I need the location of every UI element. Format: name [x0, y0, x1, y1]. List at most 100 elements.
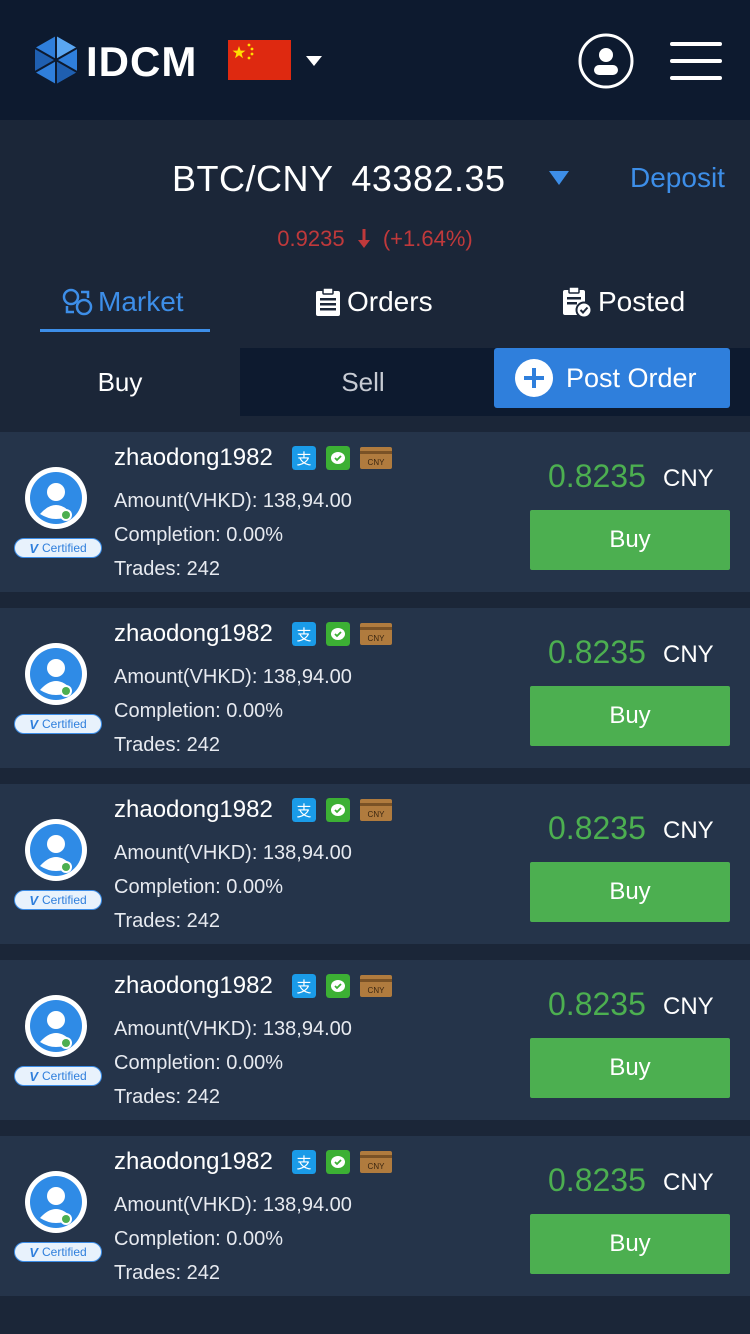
tab-posted-label: Posted: [598, 286, 686, 317]
payment-methods: 支 CNY: [292, 798, 392, 822]
amount-text: Amount(VHKD): 138,94.00: [114, 666, 352, 688]
svg-text:支: 支: [296, 626, 311, 644]
wechat-pay-icon: [326, 622, 350, 646]
buy-button[interactable]: Buy: [530, 510, 730, 570]
current-price: 43382.35: [351, 158, 506, 199]
bank-card-icon: CNY: [360, 1151, 392, 1173]
certified-label: Certified: [41, 717, 87, 731]
completion-text: Completion: 0.00%: [114, 700, 283, 722]
unit-price: 0.8235: [548, 634, 646, 670]
alipay-icon: 支: [292, 798, 316, 822]
bank-card-label: CNY: [368, 634, 386, 643]
avatar[interactable]: [24, 818, 88, 882]
trades-text: Trades: 242: [114, 558, 220, 580]
price-currency: CNY: [663, 993, 714, 1020]
payment-methods: 支 CNY: [292, 1150, 392, 1174]
avatar[interactable]: [24, 642, 88, 706]
tab-market-label: Market: [98, 286, 184, 317]
post-order-label: Post Order: [566, 362, 697, 393]
bank-card-icon: CNY: [360, 975, 392, 997]
pair-dropdown-triangle-icon[interactable]: [548, 170, 570, 186]
arrow-down-icon: [357, 229, 370, 248]
tab-bar: Market Orders Posted: [0, 272, 750, 332]
username[interactable]: zhaodong1982: [114, 796, 273, 824]
alipay-icon: 支: [292, 974, 316, 998]
clipboard-check-icon: [563, 286, 593, 318]
verified-v-icon: V: [29, 716, 38, 732]
price-currency: CNY: [663, 1169, 714, 1196]
completion-text: Completion: 0.00%: [114, 524, 283, 546]
tab-orders[interactable]: Orders: [313, 272, 433, 332]
clipboard-list-icon: [316, 287, 340, 316]
china-flag-icon[interactable]: [228, 40, 291, 80]
order-card: V Certified zhaodong1982 支 CNY Amount(VH…: [0, 608, 750, 768]
alipay-icon: 支: [292, 446, 316, 470]
language-dropdown-chevron-down-icon[interactable]: [305, 55, 323, 67]
verified-v-icon: V: [29, 1068, 38, 1084]
certified-label: Certified: [41, 1069, 87, 1083]
top-bar: IDCM: [0, 0, 750, 120]
payment-methods: 支 CNY: [292, 446, 392, 470]
wechat-pay-icon: [326, 1150, 350, 1174]
price-currency: CNY: [663, 641, 714, 668]
bank-card-label: CNY: [368, 986, 386, 995]
plus-circle-icon: [515, 359, 553, 397]
avatar[interactable]: [24, 994, 88, 1058]
sell-filter-tab[interactable]: Sell: [240, 348, 486, 416]
ticker-section: BTC/CNY 43382.35 Deposit 0.9235 (+1.64%)…: [0, 120, 750, 332]
trading-pair-price[interactable]: BTC/CNY 43382.35: [172, 158, 506, 200]
idcm-logo-icon: [34, 36, 78, 84]
svg-text:支: 支: [296, 978, 311, 996]
user-circle-icon[interactable]: [578, 33, 634, 89]
order-card: V Certified zhaodong1982 支 CNY Amount(VH…: [0, 1136, 750, 1296]
certified-badge: V Certified: [14, 714, 102, 734]
avatar[interactable]: [24, 466, 88, 530]
username[interactable]: zhaodong1982: [114, 972, 273, 1000]
buy-filter-tab[interactable]: Buy: [0, 348, 240, 416]
trades-text: Trades: 242: [114, 1262, 220, 1284]
verified-v-icon: V: [29, 892, 38, 908]
wechat-pay-icon: [326, 974, 350, 998]
hamburger-menu-icon[interactable]: [670, 42, 722, 80]
tab-posted[interactable]: Posted: [560, 272, 685, 332]
tab-orders-label: Orders: [347, 286, 433, 317]
buy-button[interactable]: Buy: [530, 1038, 730, 1098]
market-exchange-icon: [62, 288, 93, 316]
logo-text: IDCM: [86, 38, 198, 85]
username[interactable]: zhaodong1982: [114, 1148, 273, 1176]
trades-text: Trades: 242: [114, 734, 220, 756]
completion-text: Completion: 0.00%: [114, 1228, 283, 1250]
payment-methods: 支 CNY: [292, 622, 392, 646]
buy-button[interactable]: Buy: [530, 862, 730, 922]
certified-badge: V Certified: [14, 1242, 102, 1262]
amount-text: Amount(VHKD): 138,94.00: [114, 490, 352, 512]
change-value: 0.9235: [277, 226, 345, 251]
bank-card-label: CNY: [368, 810, 386, 819]
deposit-link[interactable]: Deposit: [630, 162, 725, 194]
price-currency: CNY: [663, 817, 714, 844]
svg-text:支: 支: [296, 802, 311, 820]
order-card: V Certified zhaodong1982 支 CNY Amount(VH…: [0, 960, 750, 1120]
trades-text: Trades: 242: [114, 910, 220, 932]
post-order-button[interactable]: Post Order: [494, 348, 730, 408]
unit-price: 0.8235: [548, 1162, 646, 1198]
username[interactable]: zhaodong1982: [114, 620, 273, 648]
alipay-icon: 支: [292, 622, 316, 646]
username[interactable]: zhaodong1982: [114, 444, 273, 472]
order-card: V Certified zhaodong1982 支 CNY Amount(VH…: [0, 432, 750, 592]
verified-v-icon: V: [29, 540, 38, 556]
svg-text:支: 支: [296, 450, 311, 468]
alipay-icon: 支: [292, 1150, 316, 1174]
tab-market[interactable]: Market: [62, 272, 184, 332]
bank-card-icon: CNY: [360, 447, 392, 469]
buy-button[interactable]: Buy: [530, 1214, 730, 1274]
certified-label: Certified: [41, 541, 87, 555]
certified-badge: V Certified: [14, 890, 102, 910]
unit-price: 0.8235: [548, 810, 646, 846]
certified-label: Certified: [41, 1245, 87, 1259]
avatar[interactable]: [24, 1170, 88, 1234]
active-tab-indicator: [40, 329, 210, 332]
bank-card-label: CNY: [368, 1162, 386, 1171]
buy-button[interactable]: Buy: [530, 686, 730, 746]
unit-price: 0.8235: [548, 458, 646, 494]
